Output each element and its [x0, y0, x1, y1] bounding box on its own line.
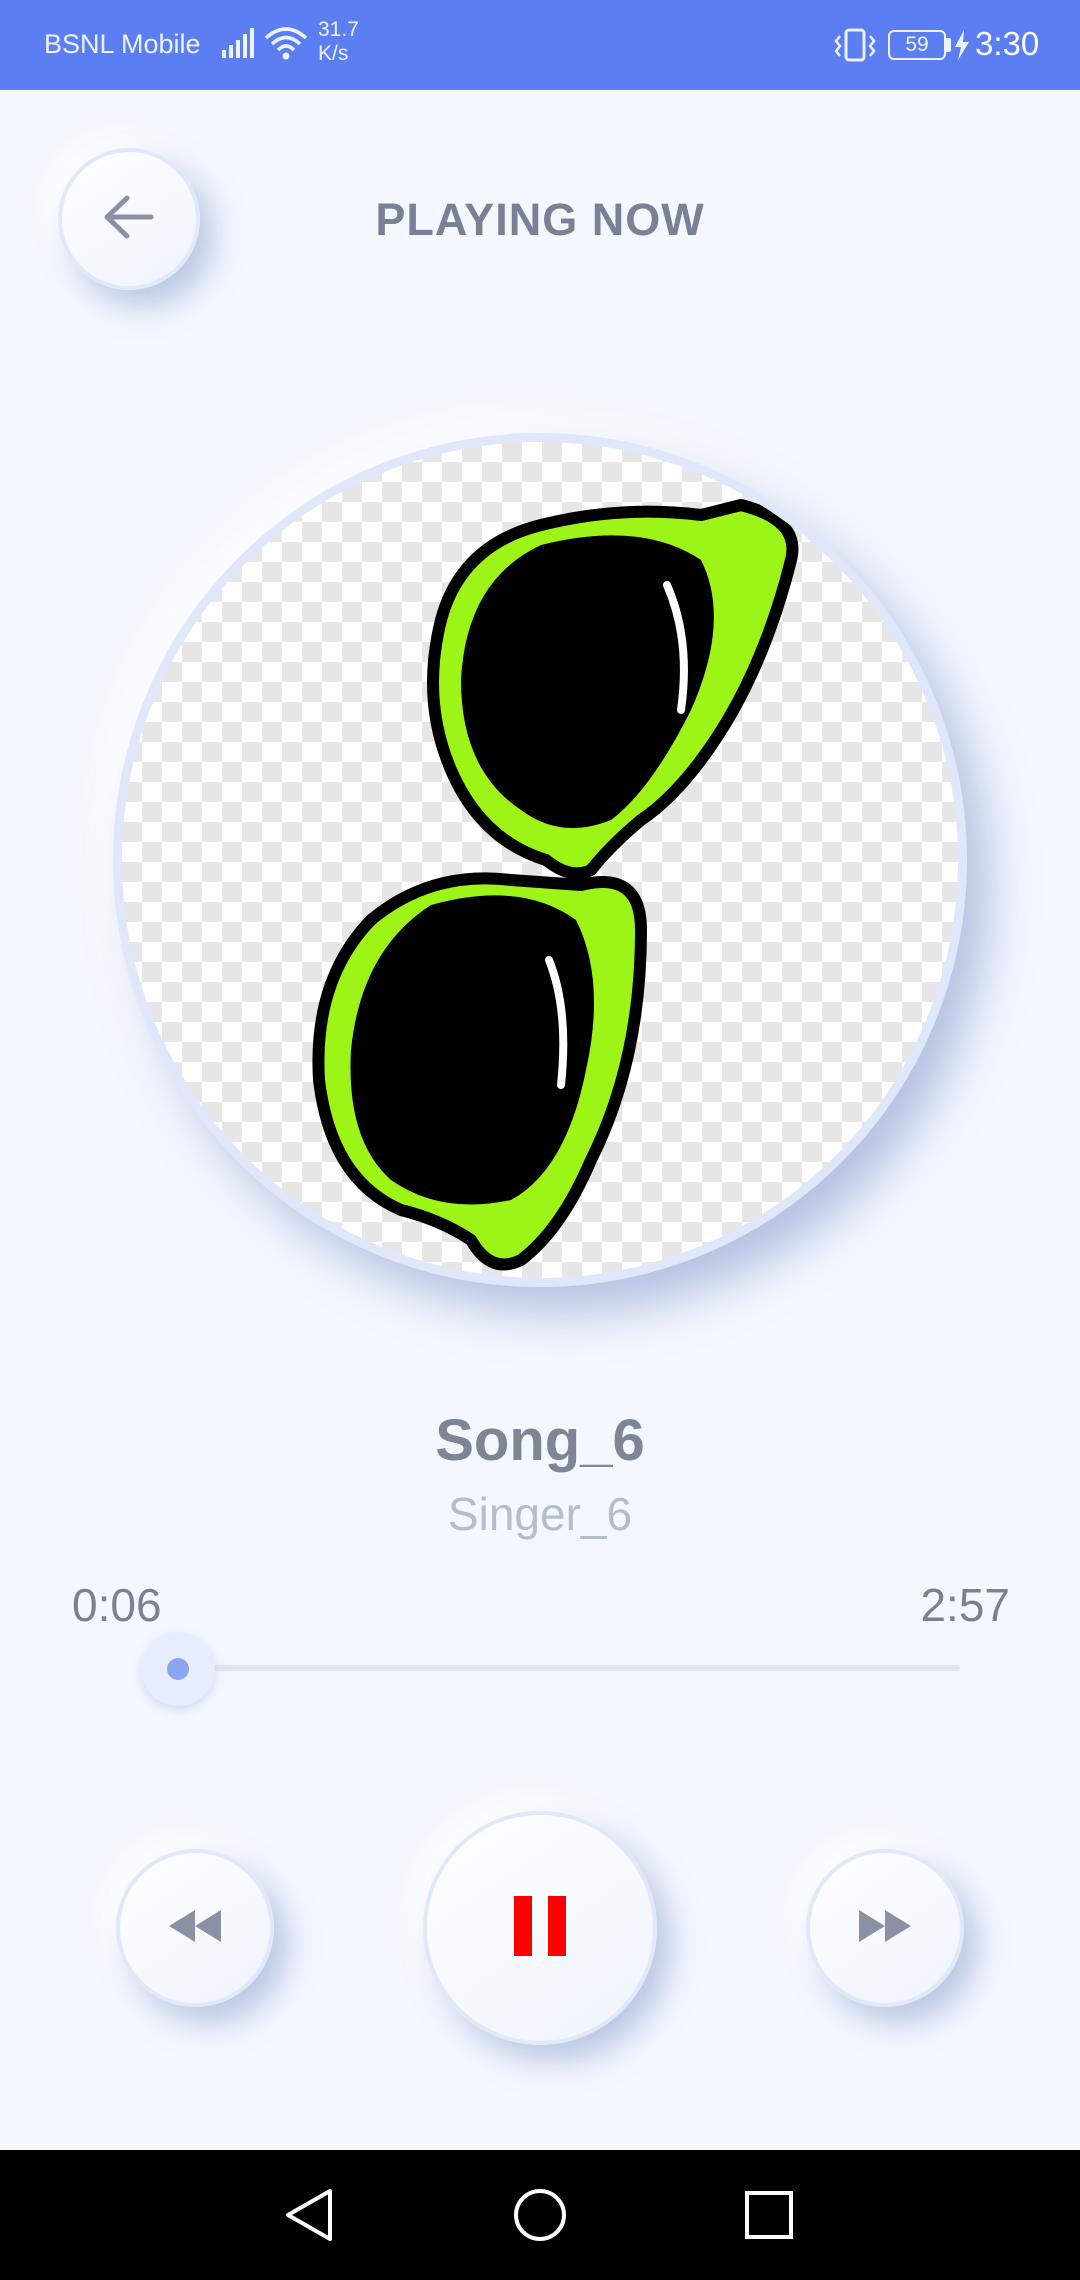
- singer-name: Singer_6: [447, 1488, 633, 1540]
- recents-nav-icon[interactable]: [742, 2186, 796, 2249]
- back-button[interactable]: [58, 148, 200, 290]
- arrow-left-icon: [101, 192, 157, 247]
- charging-icon: [954, 30, 970, 65]
- vibrate-icon: [834, 28, 876, 67]
- signal-icon: [222, 28, 256, 63]
- fast-forward-button[interactable]: [806, 1849, 964, 2007]
- carrier-name: BSNL Mobile: [44, 29, 201, 59]
- navigation-bar: [0, 2150, 1080, 2280]
- rewind-button[interactable]: [116, 1849, 274, 2007]
- network-speed-value: 31.7: [318, 18, 359, 41]
- status-time: 3:30: [975, 25, 1040, 62]
- pause-button[interactable]: [423, 1811, 657, 2045]
- seek-thumb-dot: [166, 1658, 189, 1680]
- rewind-icon: [165, 1906, 225, 1951]
- status-bar: BSNL Mobile 31.7 K/s 59 3:30: [0, 0, 1080, 90]
- album-art: [113, 433, 967, 1287]
- battery-icon: 59: [888, 30, 946, 60]
- wifi-icon: [264, 26, 308, 65]
- seek-thumb[interactable]: [140, 1632, 215, 1706]
- home-nav-icon[interactable]: [511, 2186, 569, 2249]
- seek-bar[interactable]: [150, 1665, 960, 1671]
- network-speed-unit: K/s: [318, 42, 349, 65]
- pause-icon: [510, 1894, 570, 1963]
- back-nav-icon[interactable]: [282, 2186, 338, 2249]
- battery-nub: [946, 38, 951, 52]
- fast-forward-icon: [855, 1906, 915, 1951]
- sunglasses-artwork: [312, 499, 799, 1271]
- song-title: Song_6: [435, 1408, 645, 1473]
- network-speed: 31.7 K/s: [318, 18, 368, 66]
- page-title: PLAYING NOW: [375, 194, 705, 245]
- elapsed-time: 0:06: [72, 1579, 162, 1631]
- total-time: 2:57: [920, 1579, 1010, 1631]
